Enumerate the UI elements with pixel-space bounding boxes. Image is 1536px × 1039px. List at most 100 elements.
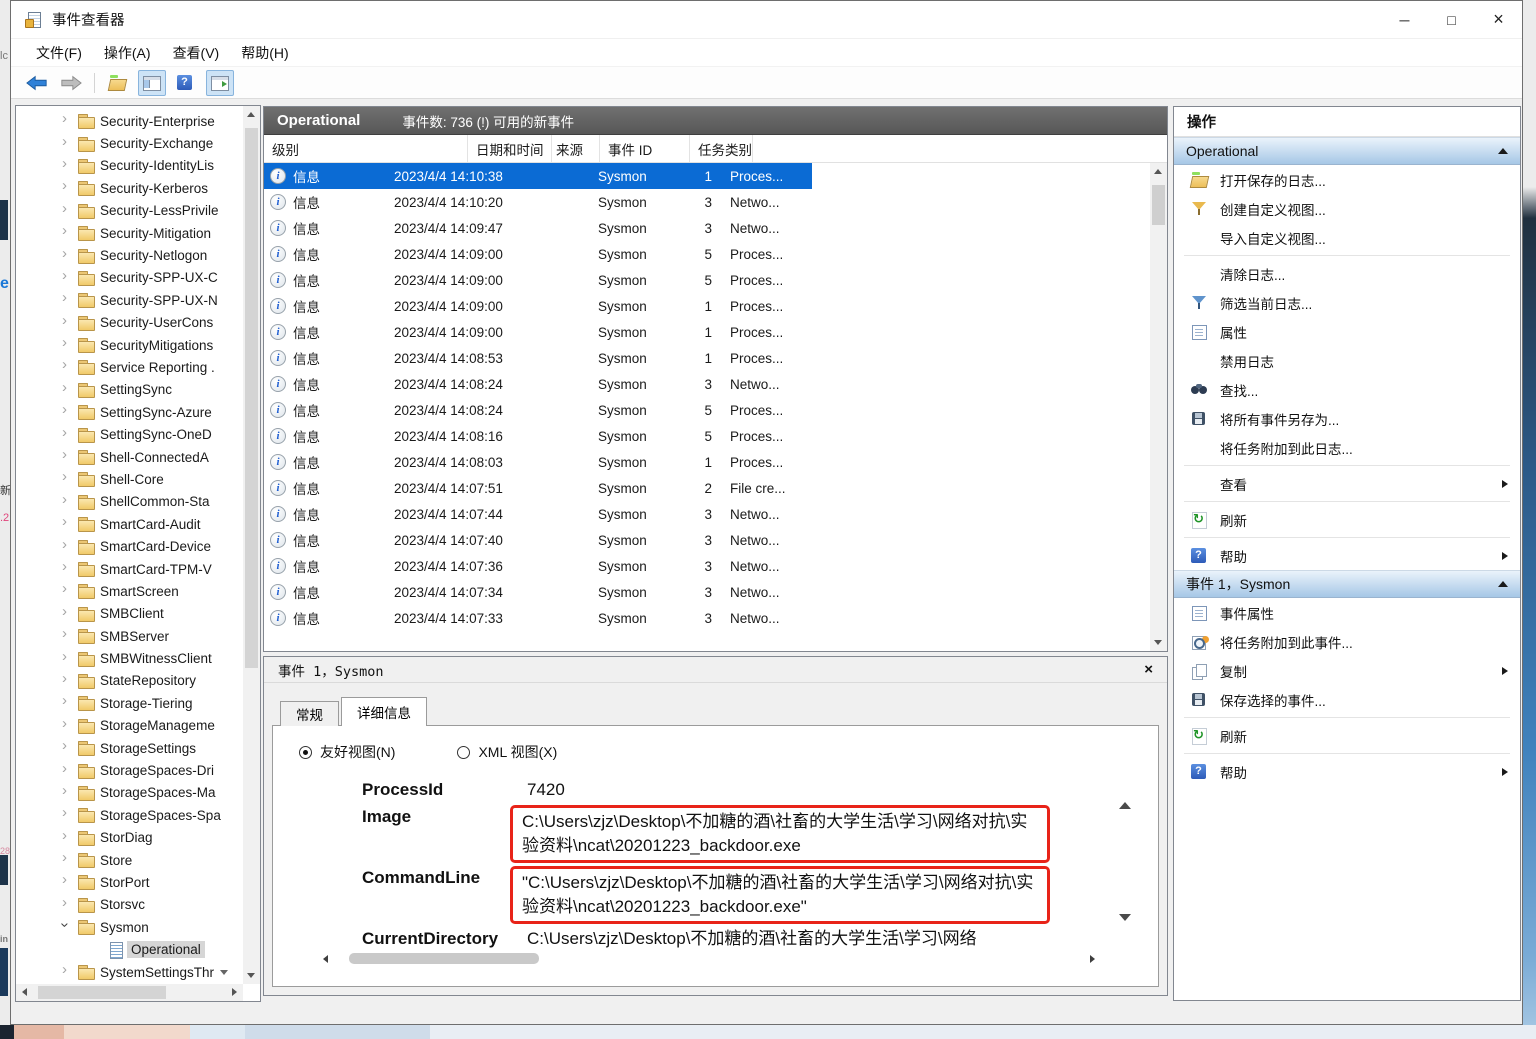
tree-item[interactable]: SMBWitnessClient	[16, 647, 243, 669]
collapse-icon[interactable]	[1498, 581, 1508, 587]
action-item[interactable]: 事件属性	[1174, 598, 1520, 627]
chevron-icon[interactable]	[62, 315, 74, 327]
chevron-icon[interactable]	[62, 583, 74, 595]
action-item[interactable]: 帮助	[1174, 757, 1520, 786]
tree-item[interactable]: Security-Kerberos	[16, 177, 243, 199]
action-item[interactable]: 刷新	[1174, 721, 1520, 750]
chevron-icon[interactable]	[62, 270, 74, 282]
tree-item[interactable]: Security-SPP-UX-N	[16, 289, 243, 311]
tree-item[interactable]: SecurityMitigations	[16, 334, 243, 356]
details-scroll-up-icon[interactable]	[1119, 802, 1131, 809]
chevron-icon[interactable]	[62, 628, 74, 640]
view-radio-option[interactable]: 友好视图(N)	[299, 742, 395, 762]
action-item[interactable]: 将任务附加到此事件...	[1174, 627, 1520, 656]
back-button[interactable]	[23, 70, 51, 96]
chevron-icon[interactable]	[62, 292, 74, 304]
chevron-icon[interactable]	[62, 897, 74, 909]
chevron-icon[interactable]	[62, 203, 74, 215]
event-row[interactable]: 信息 2023/4/4 14:09:00 Sysmon 5 Proces...	[264, 241, 812, 267]
tree-item[interactable]: StorageSpaces-Ma	[16, 782, 243, 804]
tree-item[interactable]: SettingSync	[16, 379, 243, 401]
tree-item[interactable]: Shell-Core	[16, 468, 243, 490]
tree-item[interactable]: Sysmon	[16, 916, 243, 938]
tree-item[interactable]: SmartCard-Device	[16, 535, 243, 557]
event-row[interactable]: 信息 2023/4/4 14:08:16 Sysmon 5 Proces...	[264, 423, 812, 449]
scroll-right-icon[interactable]	[1090, 955, 1095, 963]
chevron-icon[interactable]	[62, 382, 74, 394]
event-row[interactable]: 信息 2023/4/4 14:07:44 Sysmon 3 Netwo...	[264, 501, 812, 527]
tree-item[interactable]: SettingSync-OneD	[16, 423, 243, 445]
list-vertical-scrollbar[interactable]	[1150, 163, 1167, 651]
chevron-icon[interactable]	[62, 516, 74, 528]
details-horizontal-scrollbar[interactable]	[323, 952, 1095, 966]
event-row[interactable]: 信息 2023/4/4 14:08:53 Sysmon 1 Proces...	[264, 345, 812, 371]
tree-item[interactable]: StorageSettings	[16, 737, 243, 759]
event-row[interactable]: 信息 2023/4/4 14:07:36 Sysmon 3 Netwo...	[264, 553, 812, 579]
export-log-button[interactable]	[104, 70, 132, 96]
tree-item[interactable]: Storage-Tiering	[16, 692, 243, 714]
chevron-icon[interactable]	[62, 807, 74, 819]
chevron-icon[interactable]	[62, 651, 74, 663]
event-row[interactable]: 信息 2023/4/4 14:07:34 Sysmon 3 Netwo...	[264, 579, 812, 605]
action-item[interactable]: 复制	[1174, 656, 1520, 685]
tree-item[interactable]: StorageSpaces-Dri	[16, 759, 243, 781]
chevron-icon[interactable]	[62, 359, 74, 371]
tree-item[interactable]: SmartCard-Audit	[16, 513, 243, 535]
maximize-button[interactable]: □	[1428, 1, 1475, 38]
tree-item[interactable]: StorageManageme	[16, 715, 243, 737]
tree-item[interactable]: Storsvc	[16, 894, 243, 916]
action-section-header-operational[interactable]: Operational	[1174, 137, 1520, 165]
details-tab[interactable]: 详细信息	[341, 697, 427, 726]
forward-button[interactable]	[57, 70, 85, 96]
tree-item[interactable]: StorageSpaces-Spa	[16, 804, 243, 826]
scrollbar-thumb[interactable]	[38, 986, 166, 999]
action-item[interactable]: 打开保存的日志...	[1174, 165, 1520, 194]
tree-item[interactable]: Security-UserCons	[16, 312, 243, 334]
event-row[interactable]: 信息 2023/4/4 14:07:40 Sysmon 3 Netwo...	[264, 527, 812, 553]
action-item[interactable]: 保存选择的事件...	[1174, 685, 1520, 714]
minimize-button[interactable]: ─	[1381, 1, 1428, 38]
tree-item[interactable]: SMBServer	[16, 625, 243, 647]
chevron-icon[interactable]	[62, 718, 74, 730]
tree-item[interactable]: Security-Exchange	[16, 132, 243, 154]
scrollbar-thumb[interactable]	[349, 953, 539, 964]
chevron-icon[interactable]	[62, 427, 74, 439]
chevron-icon[interactable]	[62, 471, 74, 483]
action-item[interactable]: 查看	[1174, 469, 1520, 498]
column-header[interactable]: 任务类别	[690, 135, 753, 162]
tree-vertical-scrollbar[interactable]	[243, 106, 260, 984]
action-section-header-event[interactable]: 事件 1，Sysmon	[1174, 570, 1520, 598]
action-item[interactable]: 查找...	[1174, 375, 1520, 404]
tree-item[interactable]: Security-Enterprise	[16, 110, 243, 132]
event-row[interactable]: 信息 2023/4/4 14:10:38 Sysmon 1 Proces...	[264, 163, 812, 189]
event-row[interactable]: 信息 2023/4/4 14:09:00 Sysmon 5 Proces...	[264, 267, 812, 293]
event-row[interactable]: 信息 2023/4/4 14:07:33 Sysmon 3 Netwo...	[264, 605, 812, 631]
column-header[interactable]: 来源	[552, 135, 600, 162]
action-item[interactable]: 将所有事件另存为...	[1174, 404, 1520, 433]
details-scroll-down-icon[interactable]	[1119, 914, 1131, 921]
chevron-icon[interactable]	[62, 964, 74, 976]
scrollbar-thumb[interactable]	[245, 128, 258, 668]
scrollbar-thumb[interactable]	[1152, 185, 1165, 225]
chevron-icon[interactable]	[62, 404, 74, 416]
tree-horizontal-scrollbar[interactable]	[16, 984, 243, 1001]
tree-item[interactable]: Security-IdentityLis	[16, 155, 243, 177]
chevron-icon[interactable]	[62, 852, 74, 864]
chevron-icon[interactable]	[62, 606, 74, 618]
view-radio-option[interactable]: XML 视图(X)	[457, 742, 557, 762]
help-toolbar-button[interactable]	[172, 70, 200, 96]
tree-item[interactable]: Security-Mitigation	[16, 222, 243, 244]
event-row[interactable]: 信息 2023/4/4 14:08:24 Sysmon 3 Netwo...	[264, 371, 812, 397]
action-item[interactable]: 属性	[1174, 317, 1520, 346]
chevron-icon[interactable]	[62, 539, 74, 551]
chevron-icon[interactable]	[62, 136, 74, 148]
tree-item[interactable]: Shell-ConnectedA	[16, 446, 243, 468]
chevron-icon[interactable]	[62, 830, 74, 842]
close-button[interactable]: ×	[1475, 1, 1522, 38]
scroll-up-icon[interactable]	[1154, 169, 1162, 174]
details-tab[interactable]: 常规	[280, 701, 339, 726]
chevron-icon[interactable]	[62, 494, 74, 506]
chevron-icon[interactable]	[62, 673, 74, 685]
event-row[interactable]: 信息 2023/4/4 14:08:24 Sysmon 5 Proces...	[264, 397, 812, 423]
tree-item[interactable]: SettingSync-Azure	[16, 401, 243, 423]
